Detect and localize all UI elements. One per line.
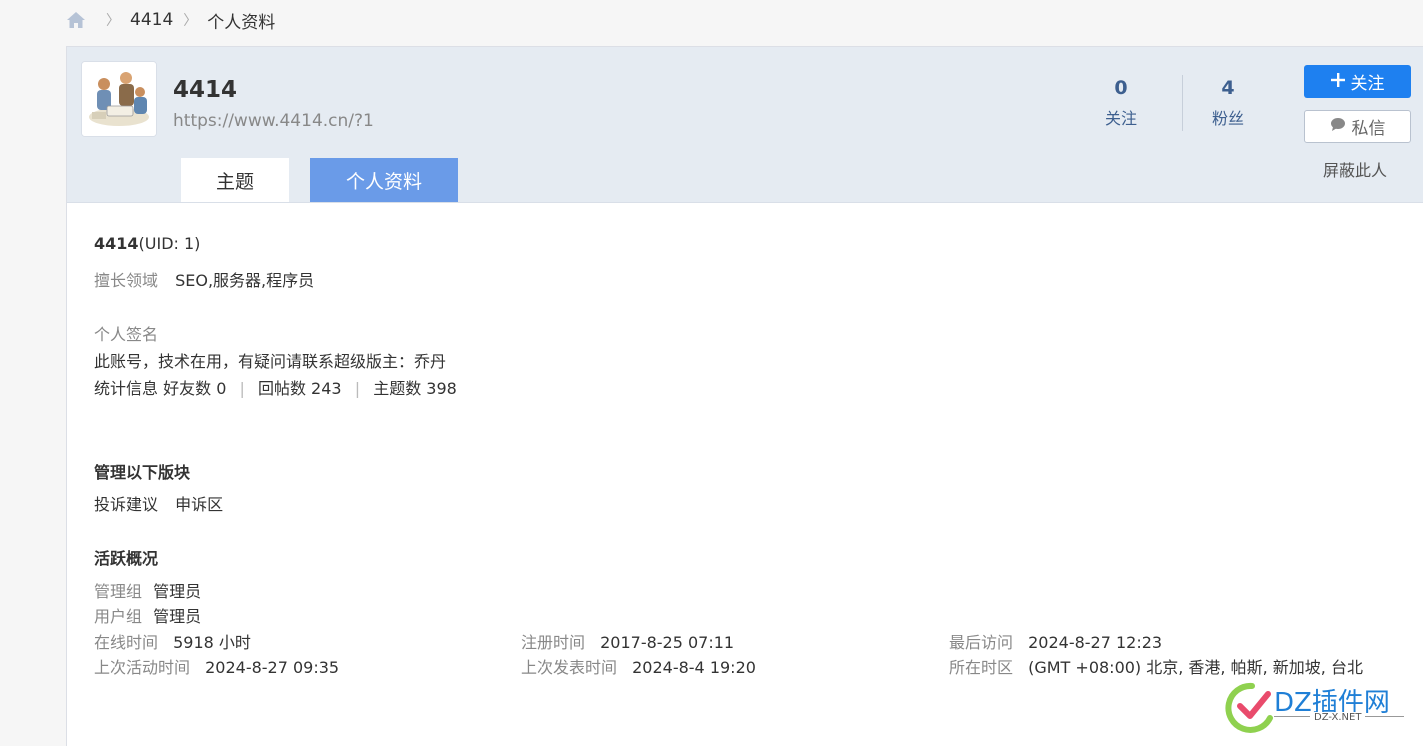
register-time: 注册时间 2017-8-25 07:11: [521, 629, 734, 653]
expertise-label: 擅长领域: [94, 271, 159, 290]
stats-line: 统计信息 好友数 0 | 回帖数 243 | 主题数 398: [94, 375, 457, 399]
last-visit-value: 2024-8-27 12:23: [1028, 633, 1163, 652]
timezone-label: 所在时区: [949, 658, 1014, 677]
online-time-label: 在线时间: [94, 633, 159, 652]
stats-separator: |: [354, 379, 361, 398]
last-post: 上次发表时间 2024-8-4 19:20: [521, 654, 756, 678]
breadcrumb-item-user[interactable]: 4414: [130, 10, 173, 30]
following-count: 0: [1114, 77, 1128, 99]
user-group-line: 用户组 管理员: [94, 603, 201, 627]
online-time: 在线时间 5918 小时: [94, 629, 251, 653]
replies-count[interactable]: 回帖数 243: [258, 379, 342, 398]
last-post-value: 2024-8-4 19:20: [632, 658, 756, 677]
follow-button-label: 关注: [1350, 74, 1385, 94]
message-button[interactable]: 私信: [1304, 110, 1411, 143]
site-watermark: DZ插件网 DZ-X.NET: [1222, 676, 1412, 736]
timezone-value: (GMT +08:00) 北京, 香港, 帕斯, 新加坡, 台北: [1028, 658, 1363, 677]
manage-heading: 管理以下版块: [94, 463, 191, 482]
last-active: 上次活动时间 2024-8-27 09:35: [94, 654, 339, 678]
register-time-value: 2017-8-25 07:11: [600, 633, 735, 652]
fans-stat[interactable]: 4 粉丝: [1208, 77, 1248, 129]
stat-divider: [1182, 75, 1183, 131]
uid-line: 4414(UID: 1): [94, 234, 200, 253]
home-icon[interactable]: [66, 11, 86, 29]
timezone: 所在时区 (GMT +08:00) 北京, 香港, 帕斯, 新加坡, 台北: [949, 654, 1363, 678]
uid-name: 4414: [94, 234, 139, 253]
follow-button[interactable]: 关注: [1304, 65, 1411, 98]
signature-label: 个人签名: [94, 325, 159, 344]
breadcrumb-item-profile[interactable]: 个人资料: [207, 8, 275, 33]
online-time-value: 5918 小时: [173, 633, 251, 652]
fans-count: 4: [1221, 77, 1235, 99]
admin-group-value[interactable]: 管理员: [153, 582, 201, 601]
expertise-value: SEO,服务器,程序员: [175, 271, 315, 290]
tab-topics[interactable]: 主题: [181, 158, 289, 202]
last-visit-label: 最后访问: [949, 633, 1014, 652]
tab-profile[interactable]: 个人资料: [310, 158, 458, 202]
last-visit: 最后访问 2024-8-27 12:23: [949, 629, 1162, 653]
chat-bubble-icon: [1330, 117, 1346, 137]
board-link[interactable]: 投诉建议: [94, 495, 158, 514]
profile-username: 4414: [173, 77, 238, 103]
admin-group-label: 管理组: [94, 582, 143, 601]
activity-heading: 活跃概况: [94, 549, 159, 568]
following-label: 关注: [1104, 109, 1137, 128]
stats-separator: |: [239, 379, 245, 398]
topics-count[interactable]: 主题数 398: [373, 379, 457, 398]
breadcrumb-separator: 〉: [106, 13, 120, 29]
expertise-line: 擅长领域 SEO,服务器,程序员: [94, 267, 314, 291]
managed-boards: 投诉建议 申诉区: [94, 491, 223, 515]
board-link[interactable]: 申诉区: [175, 495, 223, 514]
profile-url[interactable]: https://www.4414.cn/?1: [173, 111, 374, 131]
last-active-label: 上次活动时间: [94, 658, 191, 677]
message-button-label: 私信: [1351, 119, 1386, 139]
friends-count[interactable]: 好友数 0: [163, 379, 226, 398]
breadcrumb: 〉 4414 〉 个人资料: [66, 8, 275, 33]
stats-label: 统计信息: [94, 379, 159, 398]
block-user-link[interactable]: 屏蔽此人: [1323, 157, 1387, 181]
admin-group-line: 管理组 管理员: [94, 578, 201, 602]
plus-icon: [1330, 72, 1345, 92]
fans-label: 粉丝: [1211, 109, 1244, 128]
last-active-value: 2024-8-27 09:35: [205, 658, 340, 677]
last-post-label: 上次发表时间: [521, 658, 618, 677]
breadcrumb-separator: 〉: [183, 13, 198, 29]
avatar[interactable]: [81, 61, 157, 137]
profile-card: 4414 https://www.4414.cn/?1 主题 个人资料 0 关注…: [66, 46, 1423, 746]
register-time-label: 注册时间: [521, 633, 586, 652]
uid-text: (UID: 1): [138, 234, 201, 253]
user-group-label: 用户组: [94, 607, 143, 626]
user-group-value[interactable]: 管理员: [153, 607, 201, 626]
watermark-sub: DZ-X.NET: [1310, 712, 1366, 723]
signature-value: 此账号，技术在用，有疑问请联系超级版主：乔丹: [94, 352, 447, 371]
profile-header: 4414 https://www.4414.cn/?1 主题 个人资料 0 关注…: [67, 47, 1423, 203]
following-stat[interactable]: 0 关注: [1101, 77, 1141, 129]
